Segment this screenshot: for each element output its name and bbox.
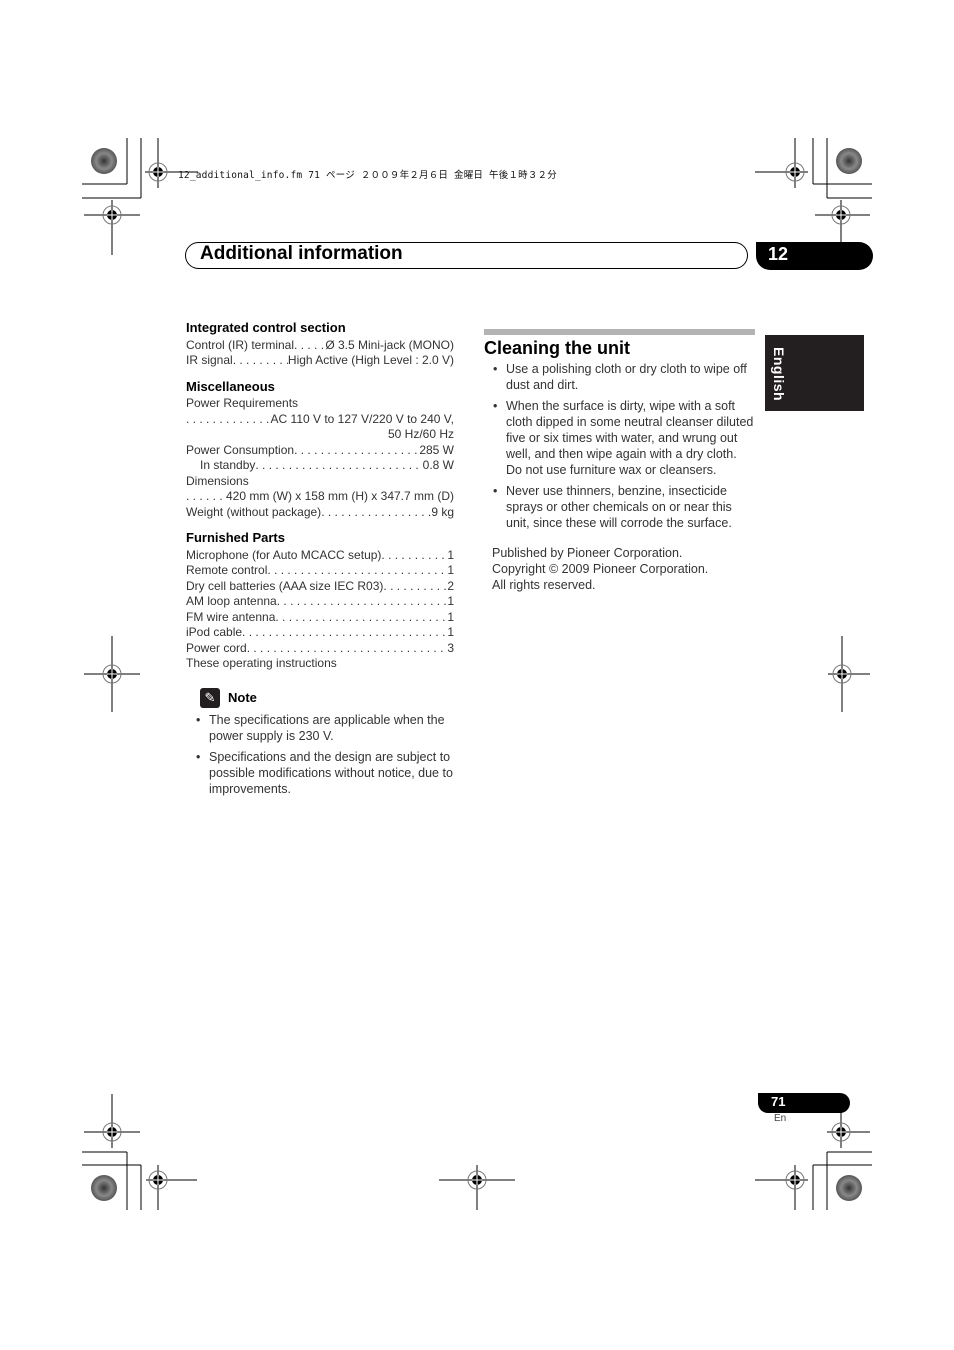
copyright-line: Copyright © 2009 Pioneer Corporation. — [492, 562, 709, 576]
furnished-part-item: Remote control 1 — [186, 563, 454, 579]
spec-row: Power Consumption 285 W — [186, 443, 454, 459]
section-heading-cleaning: Cleaning the unit — [484, 338, 630, 358]
note-item: Specifications and the design are subjec… — [186, 749, 458, 797]
note-title: Note — [228, 689, 257, 705]
cleaning-item: When the surface is dirty, wipe with a s… — [484, 398, 756, 478]
spec-label: Control (IR) terminal — [186, 337, 295, 352]
section-divider — [484, 329, 755, 335]
spec-value: 420 mm (W) x 158 mm (H) x 347.7 mm (D) — [225, 489, 454, 503]
section-heading-miscellaneous: Miscellaneous — [186, 378, 275, 394]
spec-value: Ø 3.5 Mini-jack (MONO) — [325, 337, 454, 352]
spec-value: High Active (High Level : 2.0 V) — [287, 353, 454, 367]
note-list: The specifications are applicable when t… — [186, 712, 458, 797]
spec-label: IR signal — [186, 353, 233, 367]
cleaning-item: Never use thinners, benzine, insecticide… — [484, 483, 756, 531]
note-header: ✎ Note — [200, 687, 454, 708]
publisher-line: Published by Pioneer Corporation. — [492, 546, 683, 560]
part-quantity: 1 — [447, 609, 454, 624]
rights-line: All rights reserved. — [492, 578, 596, 592]
part-quantity: 2 — [447, 578, 454, 593]
spec-row: 420 mm (W) x 158 mm (H) x 347.7 mm (D) — [186, 489, 454, 505]
furnished-part-item: Microphone (for Auto MCACC setup) 1 — [186, 548, 454, 564]
furnished-part-item: Power cord 3 — [186, 641, 454, 657]
furnished-part-item: Dry cell batteries (AAA size IEC R03) 2 — [186, 579, 454, 595]
note-item: The specifications are applicable when t… — [186, 712, 458, 744]
printer-marks — [82, 138, 872, 1210]
page-number: 71 — [771, 1094, 786, 1109]
part-quantity: 1 — [447, 547, 454, 562]
spec-value: 0.8 W — [422, 458, 454, 472]
part-label: FM wire antenna — [186, 609, 276, 624]
spec-row: Weight (without package) 9 kg — [186, 505, 454, 521]
part-label: Microphone (for Auto MCACC setup) — [186, 547, 382, 562]
furnished-parts-list: Microphone (for Auto MCACC setup)1Remote… — [186, 548, 454, 657]
spec-value: AC 110 V to 127 V/220 V to 240 V, — [270, 411, 454, 426]
section-heading-integrated-control: Integrated control section — [186, 320, 346, 335]
spec-row: AC 110 V to 127 V/220 V to 240 V, — [186, 412, 454, 428]
pencil-icon: ✎ — [200, 687, 220, 708]
cleaning-list: Use a polishing cloth or dry cloth to wi… — [484, 361, 756, 531]
furnished-part-item: FM wire antenna 1 — [186, 610, 454, 626]
chapter-title: Additional information — [200, 243, 403, 264]
spec-label: Weight (without package) — [186, 504, 322, 519]
language-tab-label: English — [771, 347, 787, 402]
part-label: Power cord — [186, 640, 247, 655]
spec-row: Control (IR) terminal Ø 3.5 Mini-jack (M… — [186, 338, 454, 354]
publisher-info: Published by Pioneer Corporation. Copyri… — [484, 545, 756, 593]
spec-value: 50 Hz/60 Hz — [387, 427, 454, 441]
spec-label: Power Consumption — [186, 442, 295, 457]
section-heading-furnished-parts: Furnished Parts — [186, 530, 285, 545]
furnished-part-item: These operating instructions — [186, 656, 337, 670]
spec-label: Power Requirements — [186, 396, 299, 410]
cleaning-item: Use a polishing cloth or dry cloth to wi… — [484, 361, 756, 393]
spec-row: In standby 0.8 W — [186, 458, 454, 474]
furnished-part-item: iPod cable 1 — [186, 625, 454, 641]
part-quantity: 1 — [447, 594, 454, 608]
page-language-code: En — [774, 1113, 787, 1124]
cleaning-column: Use a polishing cloth or dry cloth to wi… — [484, 361, 756, 593]
part-quantity: 1 — [447, 563, 454, 577]
furnished-part-item: AM loop antenna 1 — [186, 594, 454, 610]
spec-row: IR signal High Active (High Level : 2.0 … — [186, 353, 454, 369]
spec-value: 9 kg — [431, 504, 454, 519]
part-quantity: 1 — [447, 625, 454, 639]
part-label: iPod cable — [186, 625, 243, 639]
chapter-number: 12 — [768, 244, 789, 264]
part-label: AM loop antenna — [186, 594, 277, 608]
file-header: 12_additional_info.fm 71 ページ ２００９年２月６日 金… — [178, 170, 557, 181]
spec-value: 285 W — [419, 442, 454, 457]
specifications-column: Integrated control section Control (IR) … — [186, 320, 454, 802]
spec-label: In standby — [200, 458, 256, 472]
part-quantity: 3 — [447, 640, 454, 655]
part-label: Remote control — [186, 563, 268, 577]
spec-label: Dimensions — [186, 473, 249, 488]
part-label: Dry cell batteries (AAA size IEC R03) — [186, 578, 384, 593]
